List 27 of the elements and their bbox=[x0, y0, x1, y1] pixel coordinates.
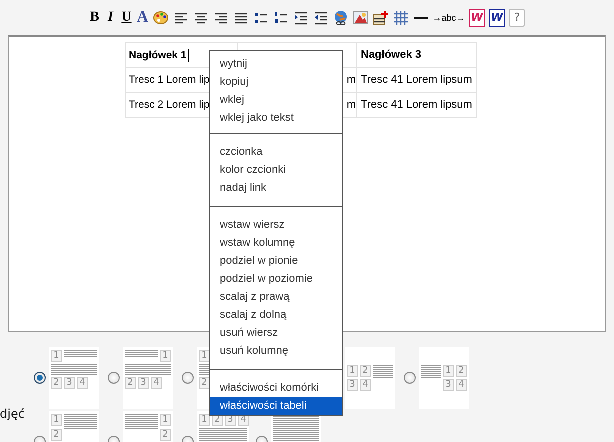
number-box: 1 bbox=[443, 365, 454, 377]
number-box: 3 bbox=[347, 379, 358, 391]
number-box: 1 bbox=[51, 414, 62, 426]
number-box: 4 bbox=[456, 379, 467, 391]
number-box: 3 bbox=[138, 377, 149, 389]
number-box: 2 bbox=[51, 377, 62, 389]
number-box: 2 bbox=[456, 365, 467, 377]
number-box: 4 bbox=[151, 377, 162, 389]
number-box: 2 bbox=[199, 377, 210, 389]
number-box: 4 bbox=[360, 379, 371, 391]
number-box: 2 bbox=[51, 429, 62, 441]
number-box: 3 bbox=[64, 377, 75, 389]
number-box: 3 bbox=[443, 379, 454, 391]
table-header-cell: Nagłówek 3 bbox=[356, 42, 477, 68]
number-box: 1 bbox=[51, 350, 62, 362]
number-box: 2 bbox=[160, 429, 171, 441]
number-box: 2 bbox=[360, 365, 371, 377]
table-cell: Tresc 41 Lorem lipsum bbox=[356, 68, 477, 92]
number-box: 4 bbox=[77, 377, 88, 389]
number-box: 1 bbox=[160, 350, 171, 362]
number-box: 1 bbox=[347, 365, 358, 377]
number-box: 1 bbox=[199, 350, 210, 362]
number-box: 1 bbox=[199, 414, 210, 426]
field-label: djęć bbox=[0, 407, 25, 421]
number-box: 2 bbox=[125, 377, 136, 389]
table-cell: Tresc 41 Lorem lipsum bbox=[356, 92, 477, 118]
number-box: 1 bbox=[160, 414, 171, 426]
